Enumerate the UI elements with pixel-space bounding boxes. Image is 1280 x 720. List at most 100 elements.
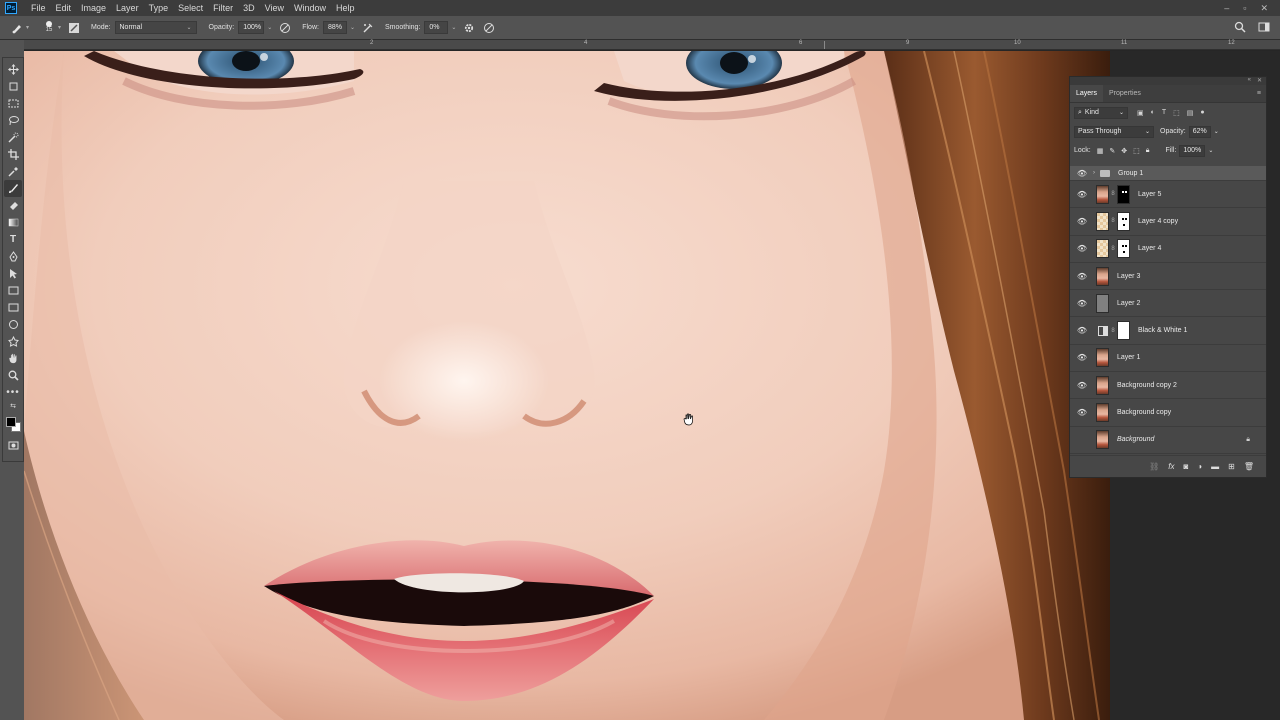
chevron-down-icon[interactable]: ⌄ — [1208, 147, 1213, 154]
new-adjustment-layer-icon[interactable]: ◑ — [1197, 462, 1202, 471]
panel-menu-icon[interactable]: ≡ — [1257, 85, 1266, 102]
layer-row[interactable]: 👁︎ Layer 2 — [1070, 290, 1266, 318]
menu-help[interactable]: Help — [331, 3, 360, 13]
layer-row[interactable]: 👁︎ Background 🔒︎ — [1070, 427, 1266, 454]
pressure-opacity-icon[interactable] — [278, 21, 292, 35]
layer-row[interactable]: 👁︎ Layer 3 — [1070, 263, 1266, 291]
gradient-tool-icon[interactable] — [4, 214, 22, 231]
type-tool-icon[interactable]: T — [4, 231, 22, 248]
visibility-eye-icon[interactable]: 👁︎ — [1074, 381, 1090, 390]
visibility-eye-icon[interactable]: 👁︎ — [1074, 272, 1090, 281]
gear-icon[interactable] — [462, 21, 476, 35]
quick-mask-icon[interactable] — [4, 437, 22, 454]
foreground-color-swatch[interactable] — [6, 417, 16, 427]
visibility-eye-icon[interactable]: 👁︎ — [1074, 353, 1090, 362]
menu-view[interactable]: View — [260, 3, 289, 13]
fill-field[interactable]: 100% — [1179, 144, 1206, 157]
move-tool-icon[interactable] — [4, 61, 22, 78]
tab-properties[interactable]: Properties — [1103, 85, 1147, 102]
visibility-eye-icon[interactable]: 👁︎ — [1074, 244, 1090, 253]
artboard-tool-icon[interactable] — [4, 78, 22, 95]
photoshop-logo[interactable]: Ps — [5, 2, 17, 14]
opacity-dropdown-icon[interactable]: ⌄ — [267, 24, 272, 31]
lock-image-icon[interactable]: ✎ — [1109, 147, 1115, 155]
layer-row[interactable]: 👁︎ Background copy — [1070, 399, 1266, 427]
tab-layers[interactable]: Layers — [1070, 85, 1104, 102]
menu-layer[interactable]: Layer — [111, 3, 144, 13]
mode-select[interactable]: Normal ⌄ — [114, 21, 197, 34]
layer-row[interactable]: 👁︎ 8 Layer 4 copy — [1070, 208, 1266, 236]
visibility-eye-icon[interactable]: 👁︎ — [1074, 435, 1090, 444]
brush-tool-icon[interactable] — [4, 180, 22, 197]
menu-file[interactable]: File — [26, 3, 51, 13]
lock-transparent-icon[interactable]: ▦ — [1097, 147, 1104, 155]
path-selection-tool-icon[interactable] — [4, 265, 22, 282]
brush-settings-icon[interactable] — [67, 21, 81, 35]
type-filter-icon[interactable]: T — [1162, 109, 1166, 117]
menu-filter[interactable]: Filter — [208, 3, 238, 13]
mask-link-icon[interactable]: 8 — [1109, 218, 1117, 224]
new-layer-icon[interactable]: ⊞ — [1228, 462, 1235, 471]
opacity-field[interactable]: 100% — [238, 21, 265, 34]
lock-icon[interactable]: 🔒︎ — [1246, 436, 1250, 444]
minimize-icon[interactable]: – — [1224, 3, 1229, 14]
mask-link-icon[interactable]: 8 — [1109, 328, 1117, 334]
chevron-right-icon[interactable]: › — [1093, 170, 1095, 176]
crop-tool-icon[interactable] — [4, 146, 22, 163]
more-tools-icon[interactable]: ••• — [4, 384, 22, 401]
smoothing-dropdown-icon[interactable]: ⌄ — [451, 24, 456, 31]
menu-3d[interactable]: 3D — [238, 3, 260, 13]
collapse-panel-icon[interactable]: « — [1248, 77, 1251, 85]
chevron-down-icon[interactable]: ⌄ — [1214, 128, 1219, 135]
hand-tool-icon[interactable] — [4, 350, 22, 367]
pen-tool-icon[interactable] — [4, 248, 22, 265]
menu-select[interactable]: Select — [173, 3, 208, 13]
close-panel-icon[interactable]: ✕ — [1257, 77, 1262, 85]
lock-position-icon[interactable]: ✥ — [1121, 147, 1127, 155]
visibility-eye-icon[interactable]: 👁︎ — [1074, 190, 1090, 199]
layer-row[interactable]: 👁︎ › Group 1 — [1070, 166, 1266, 181]
layer-mask-thumbnail[interactable] — [1117, 321, 1130, 341]
layer-row[interactable]: 👁︎ Background copy 2 — [1070, 372, 1266, 400]
adjustment-filter-icon[interactable]: ◐ — [1151, 109, 1155, 117]
maximize-icon[interactable]: ▫ — [1243, 3, 1246, 14]
layer-mask-thumbnail[interactable] — [1117, 239, 1130, 259]
flow-field[interactable]: 88% — [322, 21, 347, 34]
lasso-tool-icon[interactable] — [4, 112, 22, 129]
layer-kind-filter[interactable]: ⌕ Kind ⌄ — [1074, 106, 1128, 119]
smart-object-filter-icon[interactable]: ▤ — [1187, 109, 1194, 117]
search-icon[interactable] — [1234, 21, 1246, 35]
layer-style-icon[interactable]: fx — [1168, 462, 1174, 471]
workspace-icon[interactable] — [1258, 21, 1270, 35]
link-layers-icon[interactable]: ⛓ — [1149, 462, 1159, 471]
menu-window[interactable]: Window — [289, 3, 331, 13]
shape-filter-icon[interactable]: ⬚ — [1173, 109, 1180, 117]
zoom-tool-icon[interactable] — [4, 367, 22, 384]
delete-layer-icon[interactable]: 🗑︎ — [1244, 462, 1254, 471]
visibility-eye-icon[interactable]: 👁︎ — [1074, 217, 1090, 226]
custom-shape-tool-icon[interactable] — [4, 333, 22, 350]
airbrush-icon[interactable] — [361, 21, 375, 35]
marquee-tool-icon[interactable] — [4, 95, 22, 112]
shape-tool-icon[interactable] — [4, 316, 22, 333]
blend-mode-select[interactable]: Pass Through ⌄ — [1074, 125, 1154, 138]
add-mask-icon[interactable]: ◙ — [1183, 462, 1188, 471]
eraser-tool-icon[interactable] — [4, 197, 22, 214]
pixel-filter-icon[interactable]: ▣ — [1137, 109, 1144, 117]
layer-row[interactable]: 👁︎ 8 Layer 5 — [1070, 181, 1266, 209]
lock-artboard-icon[interactable]: ⬚ — [1133, 147, 1140, 155]
flow-dropdown-icon[interactable]: ⌄ — [350, 24, 355, 31]
layer-row[interactable]: 👁︎ 8 Layer 4 — [1070, 236, 1266, 263]
layer-mask-thumbnail[interactable] — [1117, 211, 1130, 231]
menu-image[interactable]: Image — [76, 3, 111, 13]
brush-size-picker[interactable]: 15 — [41, 20, 57, 36]
visibility-eye-icon[interactable]: 👁︎ — [1074, 299, 1090, 308]
layer-row[interactable]: 👁︎ 8 Black & White 1 — [1070, 317, 1266, 345]
brush-tool-preset-icon[interactable] — [10, 21, 24, 35]
menu-edit[interactable]: Edit — [51, 3, 77, 13]
menu-type[interactable]: Type — [144, 3, 174, 13]
filter-toggle-icon[interactable]: ● — [1200, 109, 1204, 117]
rectangle-tool-icon[interactable] — [4, 282, 22, 299]
smoothing-field[interactable]: 0% — [424, 21, 449, 34]
ellipse-tool-icon[interactable] — [4, 299, 22, 316]
